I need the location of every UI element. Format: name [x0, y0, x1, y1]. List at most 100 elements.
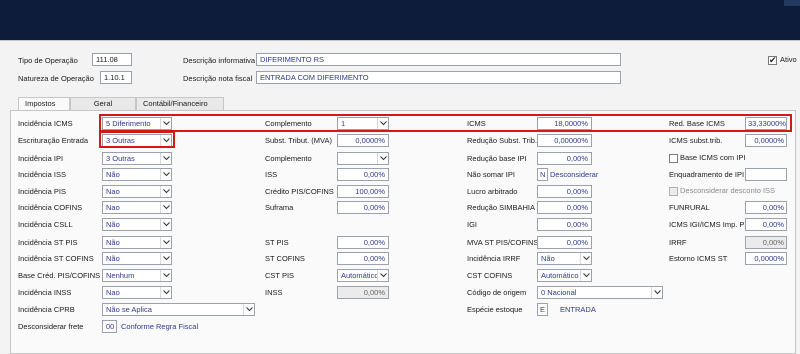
window-titlebar	[0, 0, 800, 40]
incidencia-csll-select[interactable]: Não	[102, 218, 172, 231]
base-icms-com-ipi-checkbox[interactable]	[669, 154, 678, 163]
desconsiderar-frete-text: Conforme Regra Fiscal	[121, 322, 199, 331]
natureza-operacao-field[interactable]: 1.10.1	[100, 71, 132, 84]
igi-field[interactable]: 0,00%	[537, 218, 592, 231]
desconsiderar-frete-label: Desconsiderar frete	[18, 322, 84, 331]
chevron-down-icon	[160, 270, 171, 281]
base-cred-pis-cofins-label: Base Créd. PIS/COFINS	[18, 271, 101, 280]
natureza-operacao-label: Natureza de Operação	[18, 74, 94, 83]
enquadramento-ipi-field[interactable]	[745, 168, 787, 181]
chevron-down-icon	[160, 219, 171, 230]
chevron-down-icon	[160, 153, 171, 164]
incidencia-csll-label: Incidência CSLL	[18, 220, 73, 229]
chevron-down-icon	[160, 237, 171, 248]
nao-somar-ipi-text: Desconsiderar	[550, 170, 599, 179]
incidencia-pis-select[interactable]: Nao	[102, 185, 172, 198]
nao-somar-ipi-code-field[interactable]: N	[537, 168, 548, 181]
inss-label: INSS	[265, 288, 283, 297]
incidencia-ipi-label: Incidência IPI	[18, 154, 64, 163]
incidencia-iss-select[interactable]: Não	[102, 168, 172, 181]
chevron-down-icon	[243, 304, 254, 315]
chevron-down-icon	[160, 287, 171, 298]
lucro-arbitrado-field[interactable]: 0,00%	[537, 185, 592, 198]
st-cofins-field[interactable]: 0,00%	[337, 252, 389, 265]
codigo-origem-label: Código de origem	[467, 288, 527, 297]
complemento-select-2[interactable]	[337, 152, 389, 165]
icms-subst-trib-field[interactable]: 0,0000%	[745, 134, 787, 147]
iss-label: ISS	[265, 170, 278, 179]
cst-cofins-label: CST COFINS	[467, 271, 513, 280]
igi-label: IGI	[467, 220, 478, 229]
descricao-informativa-label: Descrição informativa	[183, 56, 256, 65]
cst-pis-select[interactable]: Automático	[337, 269, 389, 282]
reducao-subst-trib-field[interactable]: 0,00000%	[537, 134, 592, 147]
descricao-informativa-field[interactable]: DIFERIMENTO RS	[256, 53, 621, 66]
chevron-down-icon	[377, 153, 388, 164]
especie-estoque-label: Espécie estoque	[467, 305, 523, 314]
highlight-escrituracao	[99, 131, 175, 148]
chevron-down-icon	[377, 270, 388, 281]
st-pis-label: ST PIS	[265, 238, 289, 247]
especie-estoque-code-field[interactable]: E	[537, 303, 548, 316]
operation-form-window: Tipo de Operação 111.08 Natureza de Oper…	[0, 40, 800, 354]
chevron-down-icon	[160, 169, 171, 180]
incidencia-st-pis-label: Incidência ST PIS	[18, 238, 78, 247]
incidencia-pis-label: Incidência PIS	[18, 187, 66, 196]
titlebar-edge	[784, 0, 800, 6]
suframa-field[interactable]: 0,00%	[337, 201, 389, 214]
enquadramento-ipi-label: Enquadramento de IPI	[669, 170, 745, 179]
descricao-nota-field[interactable]: ENTRADA COM DIFERIMENTO	[256, 71, 621, 84]
inss-field: 0,00%	[337, 286, 389, 299]
incidencia-st-pis-select[interactable]: Não	[102, 236, 172, 249]
descricao-nota-label: Descrição nota fiscal	[183, 74, 253, 83]
funrural-label: FUNRURAL	[669, 203, 710, 212]
incidencia-st-cofins-select[interactable]: Não	[102, 252, 172, 265]
base-cred-pis-cofins-select[interactable]: Nenhum	[102, 269, 172, 282]
chevron-down-icon	[160, 253, 171, 264]
desconsiderar-frete-code-field[interactable]: 00	[102, 320, 117, 333]
icms-subst-trib-label: ICMS subst.trib.	[669, 136, 723, 145]
complemento-label-2: Complemento	[265, 154, 312, 163]
incidencia-ipi-select[interactable]: 3 Outras	[102, 152, 172, 165]
cst-cofins-select[interactable]: Automático	[537, 269, 592, 282]
estorno-icms-st-field[interactable]: 0,0000%	[745, 252, 787, 265]
incidencia-cprb-label: Incidência CPRB	[18, 305, 75, 314]
incidencia-irrf-select[interactable]: Não	[537, 252, 592, 265]
icms-igi-icms-imp-pr-field[interactable]: 0,00%	[745, 218, 787, 231]
ativo-label: Ativo	[780, 55, 797, 64]
tab-geral[interactable]: Geral	[70, 97, 136, 110]
ativo-checkbox[interactable]: ✔	[768, 55, 777, 65]
incidencia-st-cofins-label: Incidência ST COFINS	[18, 254, 94, 263]
incidencia-inss-select[interactable]: Nao	[102, 286, 172, 299]
tipo-operacao-label: Tipo de Operação	[18, 56, 78, 65]
incidencia-icms-label: Incidência ICMS	[18, 119, 73, 128]
chevron-down-icon	[160, 186, 171, 197]
suframa-label: Suframa	[265, 203, 294, 212]
chevron-down-icon	[580, 253, 591, 264]
chevron-down-icon	[651, 287, 662, 298]
reducao-simbahia-field[interactable]: 0,00%	[537, 201, 592, 214]
tipo-operacao-field[interactable]: 111.08	[92, 53, 132, 66]
incidencia-cofins-label: Incidência COFINS	[18, 203, 83, 212]
irrf-label: IRRF	[669, 238, 687, 247]
nao-somar-ipi-label: Não somar IPI	[467, 170, 515, 179]
reducao-base-ipi-field[interactable]: 0,00%	[537, 152, 592, 165]
incidencia-iss-label: Incidência ISS	[18, 170, 66, 179]
mva-st-pis-cofins-field[interactable]: 0,00%	[537, 236, 592, 249]
incidencia-cofins-select[interactable]: Nao	[102, 201, 172, 214]
reducao-simbahia-label: Redução SIMBAHIA	[467, 203, 535, 212]
subst-tribut-mva-field[interactable]: 0,0000%	[337, 134, 389, 147]
codigo-origem-select[interactable]: 0 Nacional	[537, 286, 663, 299]
credito-pis-cofins-label: Crédito PIS/COFINS	[265, 187, 334, 196]
incidencia-cprb-select[interactable]: Não se Aplica	[102, 303, 255, 316]
tab-contabil-financeiro[interactable]: Contábil/Financeiro	[136, 97, 224, 110]
credito-pis-cofins-field[interactable]: 100,00%	[337, 185, 389, 198]
incidencia-irrf-label: Incidência IRRF	[467, 254, 521, 263]
st-pis-field[interactable]: 0,00%	[337, 236, 389, 249]
st-cofins-label: ST COFINS	[265, 254, 305, 263]
especie-estoque-text: ENTRADA	[560, 305, 596, 314]
checkmark-icon: ✔	[769, 55, 777, 65]
iss-field[interactable]: 0,00%	[337, 168, 389, 181]
funrural-field[interactable]: 0,00%	[745, 201, 787, 214]
tab-impostos[interactable]: Impostos	[18, 97, 70, 111]
